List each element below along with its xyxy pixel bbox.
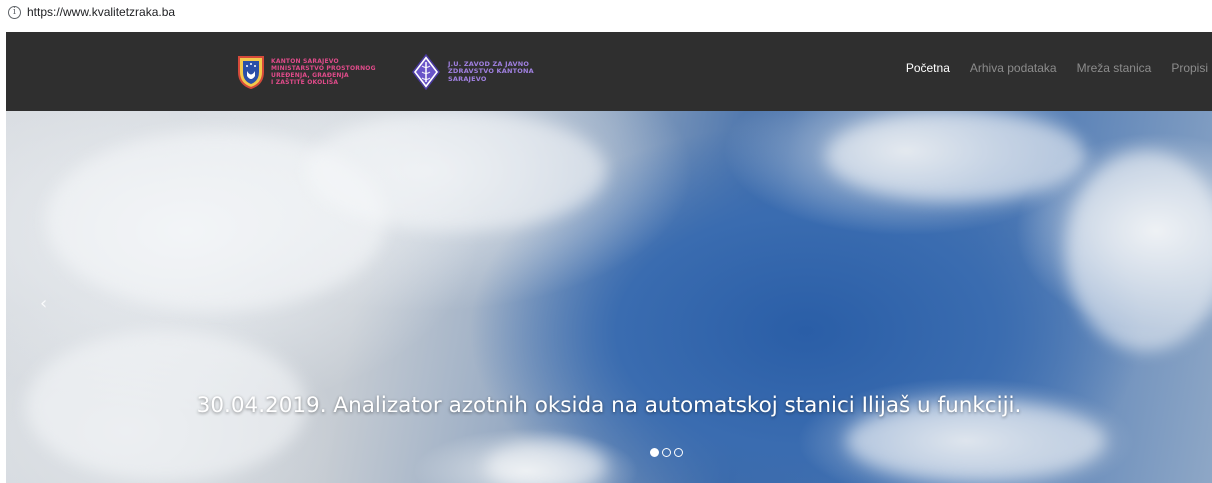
url-text[interactable]: https://www.kvalitetzraka.ba [27,5,175,19]
institute-logo[interactable]: J.U. ZAVOD ZA JAVNO ZDRAVSTVO KANTONA SA… [412,54,534,90]
ministry-logo-line: UREĐENJA, GRAĐENJA [271,72,349,79]
hero-carousel[interactable]: ‹ 30.04.2019. Analizator azotnih oksida … [6,111,1212,483]
institute-logo-line: SARAJEVO [448,74,487,83]
coat-of-arms-icon [238,56,264,90]
ministry-logo-line: I ZAŠTITE OKOLIŠA [271,79,339,86]
ministry-logo[interactable]: KANTON SARAJEVO MINISTARSTVO PROSTORNOG … [237,54,376,90]
info-icon[interactable]: i [8,5,21,19]
cloud-shape [306,111,606,231]
slide-caption: 30.04.2019. Analizator azotnih oksida na… [196,393,1022,418]
cloud-shape [486,441,606,483]
caduceus-diamond-icon [412,54,440,90]
site-header: KANTON SARAJEVO MINISTARSTVO PROSTORNOG … [6,32,1212,111]
carousel-dot-3[interactable] [674,448,683,457]
ministry-logo-text: KANTON SARAJEVO MINISTARSTVO PROSTORNOG … [271,58,376,86]
nav-item-pocetna[interactable]: Početna [906,61,950,75]
nav-item-arhiva-podataka[interactable]: Arhiva podataka [970,61,1057,75]
cloud-shape [826,111,1086,201]
carousel-dot-2[interactable] [662,448,671,457]
address-bar[interactable]: i https://www.kvalitetzraka.ba [0,0,1212,24]
main-nav: Početna Arhiva podataka Mreža stanica Pr… [886,61,1208,75]
carousel-indicators [650,448,686,457]
carousel-dot-1[interactable] [650,448,659,457]
nav-item-mreza-stanica[interactable]: Mreža stanica [1077,61,1152,75]
nav-item-propisi[interactable]: Propisi [1171,61,1208,75]
ministry-logo-line: MINISTARSTVO PROSTORNOG [271,65,376,72]
ministry-logo-line: KANTON SARAJEVO [271,58,339,65]
institute-logo-text: J.U. ZAVOD ZA JAVNO ZDRAVSTVO KANTONA SA… [448,60,534,84]
cloud-shape [1066,151,1212,351]
carousel-prev-arrow[interactable]: ‹ [40,293,47,314]
